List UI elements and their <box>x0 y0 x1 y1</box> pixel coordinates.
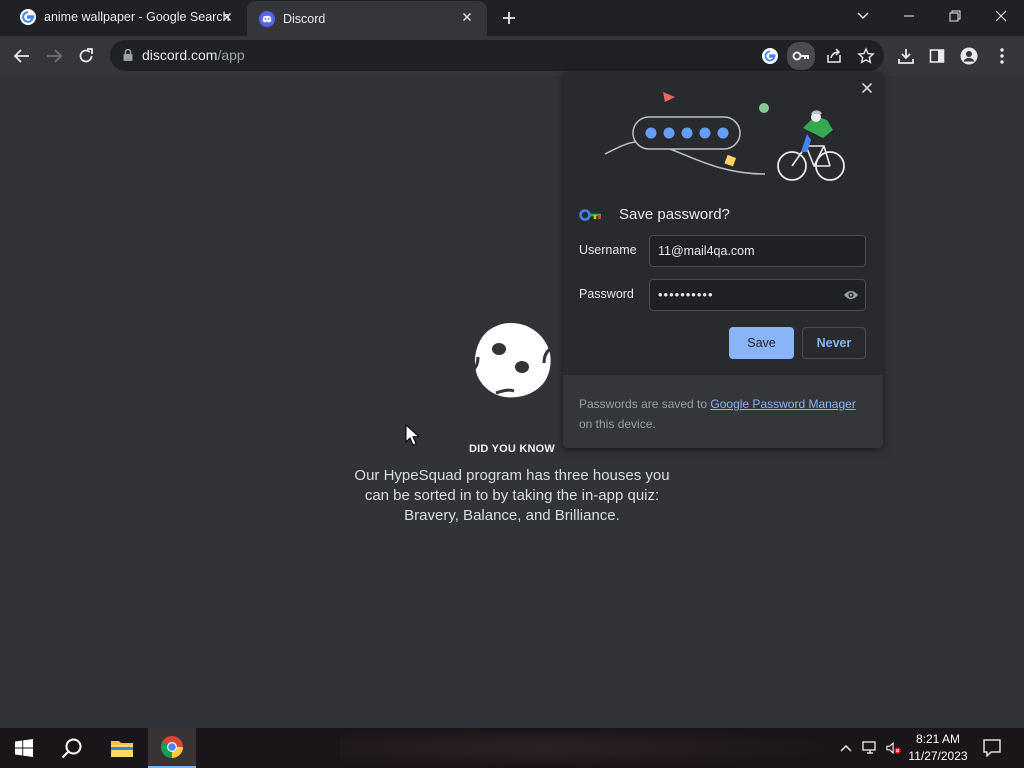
kebab-menu-icon <box>1000 48 1004 64</box>
close-window-button[interactable] <box>978 0 1024 32</box>
dialog-footer: Passwords are saved to Google Password M… <box>563 375 883 448</box>
password-key-button[interactable] <box>787 42 815 70</box>
discord-loading-icon <box>471 323 551 398</box>
share-button[interactable] <box>822 44 846 68</box>
browser-toolbar: discord.com/app <box>0 36 1024 76</box>
volume-button[interactable] <box>886 740 902 756</box>
tab-title: anime wallpaper - Google Search <box>44 10 230 24</box>
discord-icon <box>259 10 275 27</box>
bookmark-button[interactable] <box>854 44 878 68</box>
downloads-button[interactable] <box>892 42 920 70</box>
chrome-icon <box>161 736 183 758</box>
minimize-button[interactable] <box>886 0 932 32</box>
restore-icon <box>949 10 961 22</box>
clock-date: 11/27/2023 <box>908 749 968 763</box>
close-tab-icon[interactable] <box>459 9 475 25</box>
taskbar-clock[interactable]: 8:21 AM 11/27/2023 <box>904 731 972 765</box>
share-icon <box>827 48 841 63</box>
did-you-know-tip: Our HypeSquad program has three houses y… <box>354 467 670 524</box>
profile-button[interactable] <box>955 42 983 70</box>
google-g-icon <box>762 48 778 64</box>
search-icon <box>61 738 82 759</box>
url-path: /app <box>217 47 245 63</box>
dialog-title: Save password? <box>619 206 730 223</box>
url-host: discord.com <box>142 47 218 63</box>
forward-button[interactable] <box>40 42 68 70</box>
minimize-icon <box>904 15 914 17</box>
folder-icon <box>111 741 133 757</box>
footer-text: Passwords are saved to Google Password M… <box>579 394 871 434</box>
close-icon[interactable] <box>859 80 875 96</box>
password-manager-link[interactable]: Google Password Manager <box>710 397 855 411</box>
username-label: Username <box>579 243 637 257</box>
windows-logo-icon <box>15 739 33 757</box>
close-tab-icon[interactable] <box>219 9 235 25</box>
google-lens-button[interactable] <box>758 44 782 68</box>
username-field[interactable]: 11@mail4qa.com <box>649 235 866 267</box>
reload-icon <box>79 48 93 63</box>
restore-button[interactable] <box>932 0 978 32</box>
window-controls <box>886 0 1024 32</box>
chevron-up-icon <box>840 745 852 752</box>
file-explorer-button[interactable] <box>98 728 146 768</box>
chrome-taskbar-button[interactable] <box>148 728 196 768</box>
key-icon <box>792 51 809 61</box>
save-password-dialog: Save password? Username 11@mail4qa.com P… <box>563 72 883 448</box>
google-g-icon <box>20 9 36 25</box>
password-illustration <box>604 92 845 181</box>
footer-suffix: on this device. <box>579 417 656 431</box>
arrow-left-icon <box>13 49 29 63</box>
side-panel-button[interactable] <box>923 42 951 70</box>
tab-title: Discord <box>283 11 326 26</box>
mouse-cursor-icon <box>405 424 419 446</box>
start-button[interactable] <box>0 728 48 768</box>
footer-prefix: Passwords are saved to <box>579 397 711 411</box>
never-button[interactable]: Never <box>802 327 866 359</box>
password-label: Password <box>579 287 634 301</box>
password-field[interactable]: •••••••••• <box>649 279 866 311</box>
back-button[interactable] <box>8 42 36 70</box>
username-value: 11@mail4qa.com <box>658 244 755 258</box>
clock-time: 8:21 AM <box>915 732 961 746</box>
notification-icon <box>983 739 1001 757</box>
tab-search-chevron-icon[interactable] <box>852 7 874 25</box>
notifications-button[interactable] <box>983 739 1001 757</box>
arrow-right-icon <box>47 49 63 63</box>
side-panel-icon <box>929 49 945 63</box>
tab-discord[interactable]: Discord <box>247 1 487 36</box>
google-password-key-icon <box>579 209 601 221</box>
password-value: •••••••••• <box>658 287 714 302</box>
url-text[interactable]: discord.com/app <box>142 47 245 63</box>
network-button[interactable] <box>862 740 878 756</box>
lock-icon[interactable] <box>121 48 135 62</box>
reload-button[interactable] <box>72 42 100 70</box>
network-icon <box>862 741 876 754</box>
close-icon <box>995 10 1007 22</box>
download-icon <box>898 49 914 64</box>
eye-icon[interactable] <box>843 288 859 302</box>
profile-icon <box>960 47 978 65</box>
address-bar[interactable]: discord.com/app <box>110 40 884 71</box>
save-button[interactable]: Save <box>729 327 794 359</box>
star-icon <box>857 47 875 64</box>
volume-muted-icon <box>886 741 901 755</box>
tab-google-search[interactable]: anime wallpaper - Google Search <box>0 0 247 34</box>
windows-taskbar: 8:21 AM 11/27/2023 <box>0 728 1024 768</box>
show-hidden-icons-button[interactable] <box>838 740 854 756</box>
tab-strip: anime wallpaper - Google Search Discord <box>0 0 1024 36</box>
menu-button[interactable] <box>988 42 1016 70</box>
search-button[interactable] <box>48 728 96 768</box>
new-tab-icon[interactable] <box>498 7 520 29</box>
